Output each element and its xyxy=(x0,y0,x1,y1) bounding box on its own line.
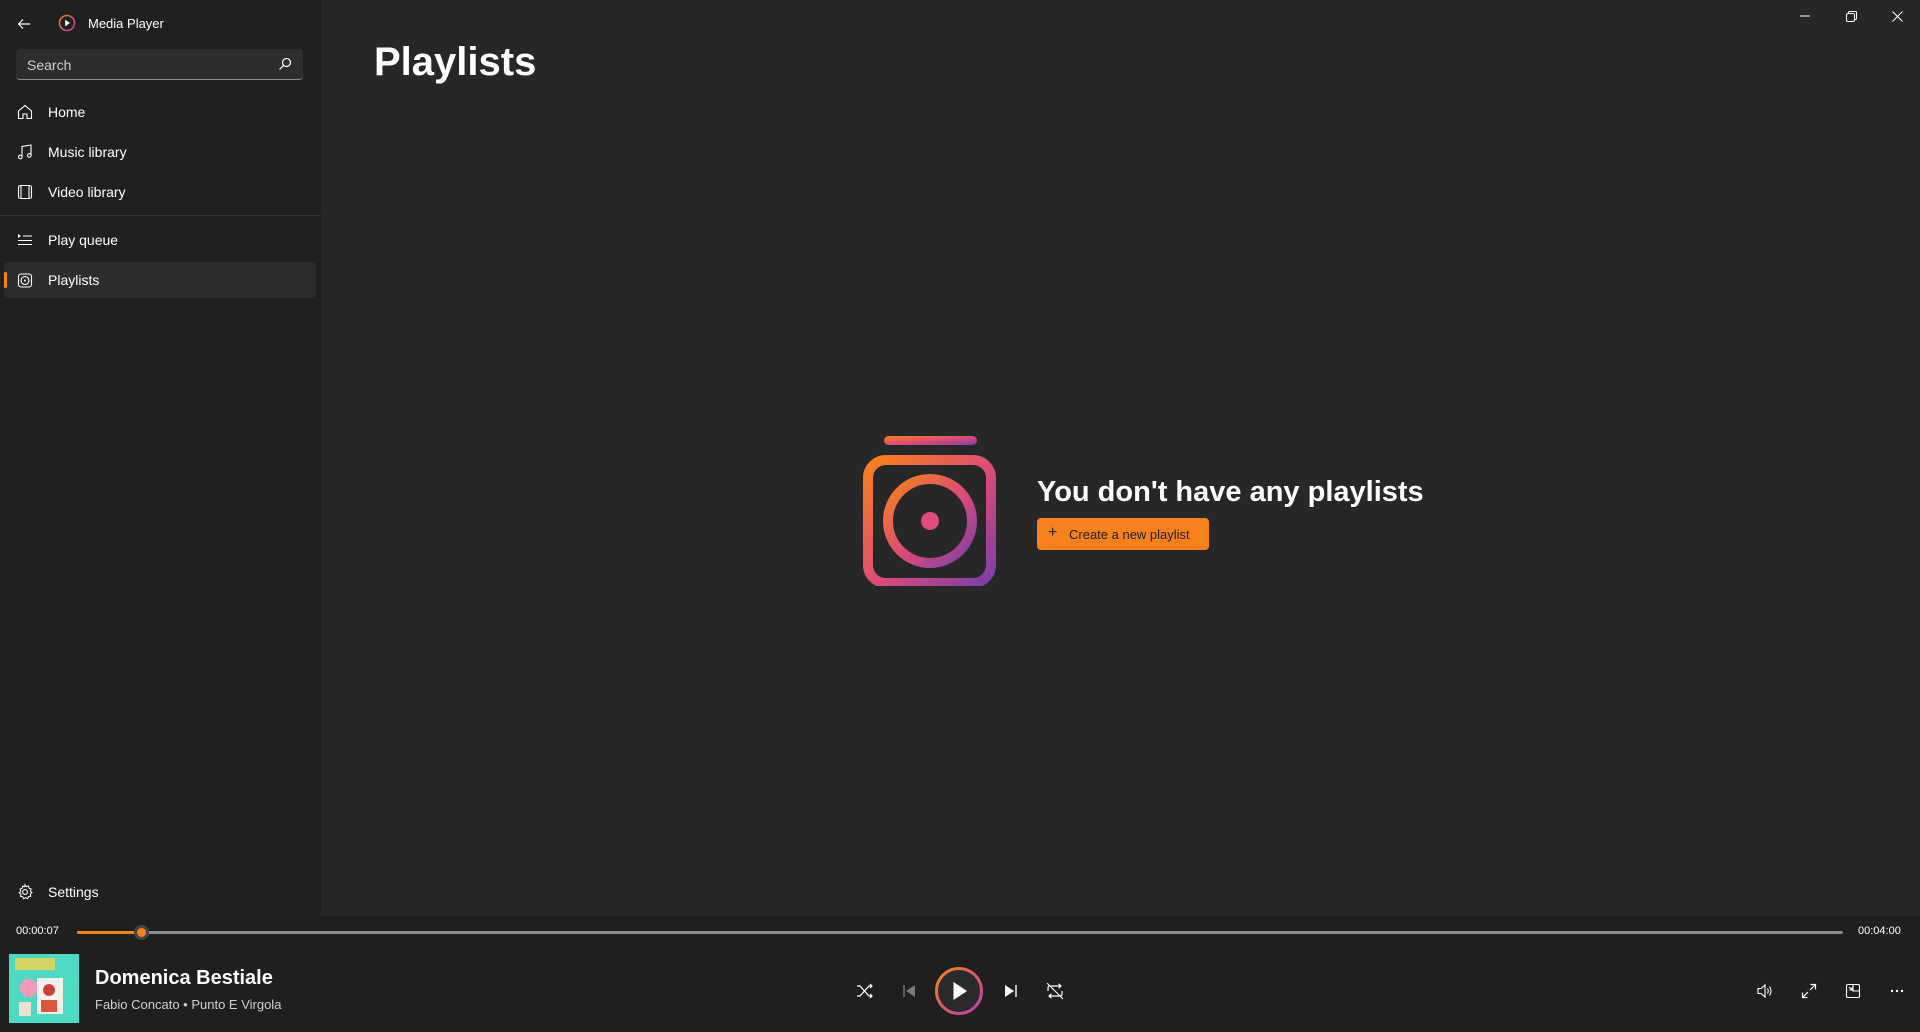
create-playlist-label: Create a new playlist xyxy=(1069,527,1190,542)
sidebar-item-label: Playlists xyxy=(48,272,100,288)
video-library-icon xyxy=(17,184,33,200)
search-input[interactable]: Search xyxy=(27,57,71,73)
volume-icon xyxy=(1757,983,1772,999)
volume-button[interactable] xyxy=(1752,978,1778,1004)
selection-indicator xyxy=(4,272,7,288)
seek-progress xyxy=(77,931,141,934)
home-icon xyxy=(17,104,33,120)
playlist-empty-illustration-icon xyxy=(863,436,996,586)
sidebar-item-settings[interactable]: Settings xyxy=(4,874,316,910)
sidebar-item-home[interactable]: Home xyxy=(4,94,316,130)
sidebar-item-label: Settings xyxy=(48,884,99,900)
total-time: 00:04:00 xyxy=(1858,925,1901,937)
play-icon xyxy=(935,967,983,1015)
restore-button[interactable] xyxy=(1828,0,1874,32)
mini-player-icon xyxy=(1845,983,1861,999)
play-button[interactable] xyxy=(934,966,984,1016)
repeat-button[interactable] xyxy=(1042,978,1068,1004)
shuffle-icon xyxy=(857,983,873,999)
minimize-icon xyxy=(1800,15,1810,17)
sidebar-item-label: Home xyxy=(48,104,86,120)
restore-icon xyxy=(1845,10,1857,22)
seek-bar[interactable] xyxy=(77,925,1843,940)
close-button[interactable] xyxy=(1874,0,1920,32)
seek-thumb[interactable] xyxy=(133,925,149,940)
previous-icon xyxy=(903,985,915,997)
close-icon xyxy=(1891,10,1903,22)
album-art[interactable] xyxy=(9,954,79,1023)
previous-button[interactable] xyxy=(896,978,922,1004)
app-title: Media Player xyxy=(88,16,164,31)
minimize-button[interactable] xyxy=(1782,0,1828,32)
search-box[interactable]: Search xyxy=(16,49,303,80)
sidebar-item-label: Play queue xyxy=(48,232,119,248)
fullscreen-button[interactable] xyxy=(1796,978,1822,1004)
current-time: 00:00:07 xyxy=(16,925,59,937)
repeat-icon xyxy=(1046,982,1064,1000)
search-icon[interactable] xyxy=(277,56,293,72)
more-icon xyxy=(1890,989,1904,993)
page-title: Playlists xyxy=(374,40,537,84)
song-artist[interactable]: Fabio Concato • Punto E Virgola xyxy=(95,997,281,1012)
sidebar: Media Player Search Home Music library V… xyxy=(0,0,321,916)
empty-state-message: You don't have any playlists xyxy=(1037,476,1424,508)
gear-icon xyxy=(18,883,33,900)
sidebar-item-play-queue[interactable]: Play queue xyxy=(4,222,316,258)
sidebar-item-playlists[interactable]: Playlists xyxy=(4,262,316,298)
sidebar-item-video-library[interactable]: Video library xyxy=(4,174,316,210)
next-icon xyxy=(1005,985,1017,997)
music-note-icon xyxy=(17,144,32,160)
song-title[interactable]: Domenica Bestiale xyxy=(95,967,273,990)
play-queue-icon xyxy=(18,234,32,246)
expand-icon xyxy=(1801,983,1817,999)
sidebar-item-label: Music library xyxy=(48,144,127,160)
next-button[interactable] xyxy=(998,978,1024,1004)
more-options-button[interactable] xyxy=(1884,978,1910,1004)
plus-icon: + xyxy=(1048,524,1058,541)
sidebar-divider xyxy=(0,215,321,216)
media-player-logo-icon xyxy=(58,14,76,32)
sidebar-item-music-library[interactable]: Music library xyxy=(4,134,316,170)
create-playlist-button[interactable]: + Create a new playlist xyxy=(1037,518,1209,550)
back-arrow-icon xyxy=(17,19,30,29)
sidebar-item-label: Video library xyxy=(48,184,126,200)
back-button[interactable] xyxy=(12,12,36,36)
mini-player-button[interactable] xyxy=(1840,978,1866,1004)
album-cover-image xyxy=(9,954,79,1023)
playlist-icon xyxy=(17,273,33,288)
title-bar: Media Player xyxy=(0,0,321,46)
shuffle-button[interactable] xyxy=(852,978,878,1004)
